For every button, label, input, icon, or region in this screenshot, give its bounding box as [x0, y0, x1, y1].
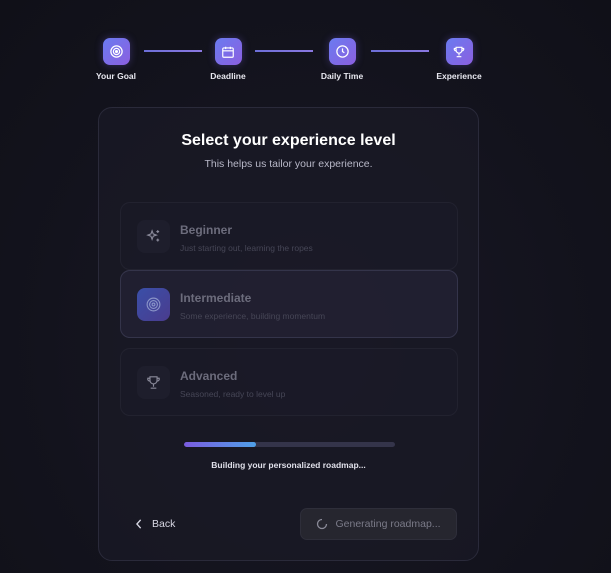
- trophy-icon: [445, 38, 473, 65]
- progress-stepper: Your Goal Deadline Daily Time Experience: [0, 38, 611, 88]
- clock-icon: [328, 38, 356, 65]
- roadmap-progress-fill: [184, 442, 256, 447]
- step-experience[interactable]: Experience: [424, 38, 494, 81]
- back-button[interactable]: Back: [135, 516, 175, 532]
- step-label: Daily Time: [320, 71, 364, 81]
- roadmap-progress-bar: [184, 442, 395, 447]
- experience-card: Select your experience level This helps …: [98, 107, 479, 561]
- option-title: Intermediate: [180, 291, 252, 305]
- back-button-label: Back: [152, 518, 176, 530]
- chevron-left-icon: [135, 519, 143, 529]
- sparkles-icon: [137, 220, 170, 253]
- option-description: Some experience, building momentum: [180, 311, 326, 321]
- step-label: Deadline: [210, 71, 246, 81]
- step-deadline[interactable]: Deadline: [193, 38, 263, 81]
- option-title: Advanced: [180, 369, 238, 383]
- page-subtitle: This helps us tailor your experience.: [204, 158, 373, 170]
- progress-status-text: Building your personalized roadmap...: [211, 460, 366, 470]
- step-connector-3: [371, 50, 429, 52]
- step-daily-time[interactable]: Daily Time: [307, 38, 377, 81]
- generating-button-label: Generating roadmap...: [335, 518, 441, 530]
- step-label: Your Goal: [96, 71, 136, 81]
- spinner-icon: [316, 518, 328, 530]
- target-icon: [102, 38, 130, 65]
- calendar-icon: [214, 38, 242, 65]
- step-your-goal[interactable]: Your Goal: [81, 38, 151, 81]
- option-intermediate[interactable]: Intermediate Some experience, building m…: [120, 270, 458, 338]
- option-title: Beginner: [180, 223, 233, 237]
- step-label: Experience: [436, 71, 482, 81]
- option-description: Seasoned, ready to level up: [180, 389, 286, 399]
- trophy-icon: [137, 366, 170, 399]
- step-connector-2: [255, 50, 313, 52]
- generating-roadmap-button[interactable]: Generating roadmap...: [300, 508, 457, 540]
- page-title: Select your experience level: [181, 132, 396, 149]
- option-description: Just starting out, learning the ropes: [180, 243, 313, 253]
- option-beginner[interactable]: Beginner Just starting out, learning the…: [120, 202, 458, 270]
- option-advanced[interactable]: Advanced Seasoned, ready to level up: [120, 348, 458, 416]
- target-icon: [137, 288, 170, 321]
